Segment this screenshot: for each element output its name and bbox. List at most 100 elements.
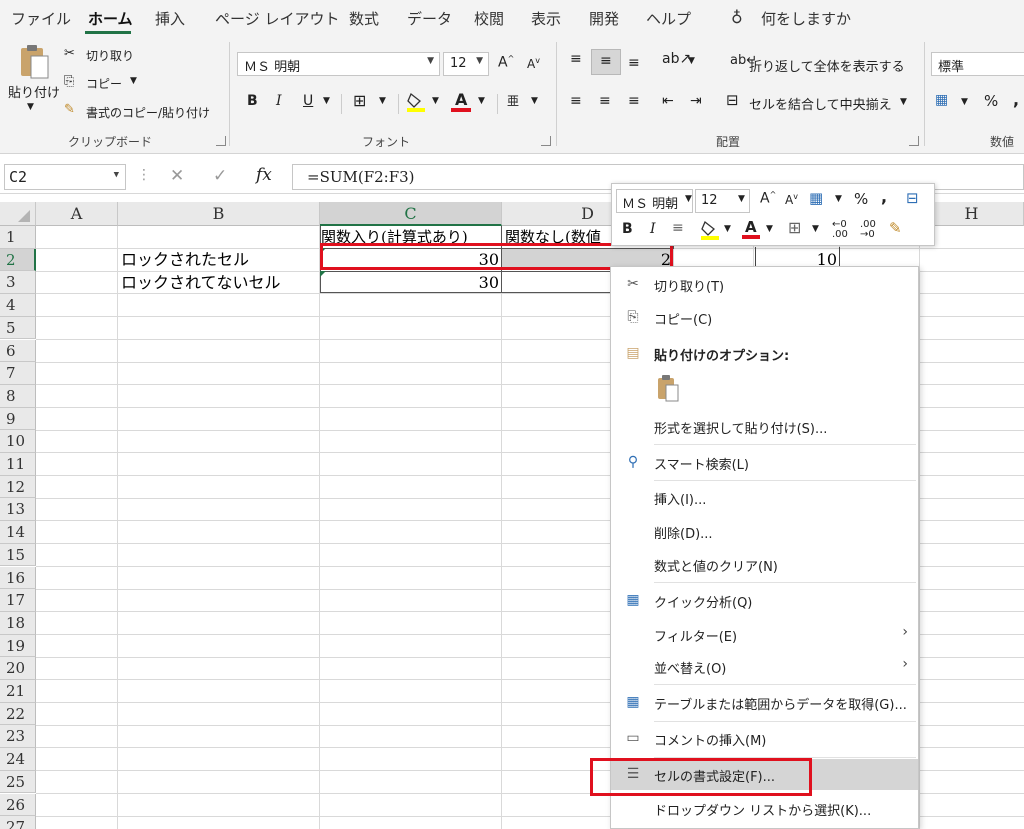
orientation-icon[interactable]: ab↗ [662,51,691,67]
menu-item-paste-special[interactable]: 形式を選択して貼り付け(S)... [611,411,918,442]
row-header-13[interactable]: 13 [0,498,36,522]
menu-item-sort[interactable]: 並べ替え(O) › [611,651,918,682]
paste-icon[interactable] [18,44,50,80]
italic-icon[interactable]: I [650,221,656,237]
tab-home[interactable]: ホーム [88,8,133,29]
tab-file[interactable]: ファイル [11,8,71,29]
bold-icon[interactable]: B [247,93,258,109]
menu-item-pick-from-dropdown[interactable]: ドロップダウン リストから選択(K)... [611,793,918,824]
cell-b2[interactable]: ロックされたセル [121,249,317,271]
row-header-11[interactable]: 11 [0,453,36,476]
tab-help[interactable]: ヘルプ [646,8,691,29]
font-name-combo[interactable]: ＭＳ 明朝 ▼ [237,52,440,76]
format-painter-icon[interactable]: ✎ [889,219,902,237]
fill-color-icon[interactable] [406,91,426,113]
font-size-combo[interactable]: 12 ▼ [443,52,489,76]
row-header-27[interactable]: 27 [0,816,36,829]
row-header-26[interactable]: 26 [0,793,36,817]
tab-review[interactable]: 校閲 [474,8,504,29]
accounting-format-icon[interactable]: ▦ [935,92,948,108]
increase-decimal-icon[interactable]: ←0.00 [832,220,848,240]
cancel-icon[interactable]: ✕ [170,166,184,186]
chevron-down-icon[interactable]: ▼ [724,224,731,234]
insert-function-icon[interactable]: fx [256,165,272,185]
percent-icon[interactable]: % [984,92,998,110]
menu-item-insert[interactable]: 挿入(I)... [611,482,918,513]
menu-item-quick-analysis[interactable]: ▦ クイック分析(Q) [611,585,918,616]
font-color-icon[interactable]: A [742,218,762,242]
menu-item-filter[interactable]: フィルター(E) › [611,619,918,650]
cell-c3[interactable]: 30 [321,272,499,294]
row-header-17[interactable]: 17 [0,589,36,612]
comma-style-icon[interactable]: , [1013,90,1019,109]
paste-dropdown-icon[interactable]: ▼ [27,102,34,112]
row-header-14[interactable]: 14 [0,521,36,544]
orientation-dropdown-icon[interactable]: ▼ [688,56,695,66]
wrap-text-button[interactable]: 折り返して全体を表示する [749,56,905,75]
tab-data[interactable]: データ [407,8,452,29]
row-header-8[interactable]: 8 [0,384,36,408]
enter-icon[interactable]: ✓ [213,166,227,186]
row-header-9[interactable]: 9 [0,407,36,431]
chevron-down-icon[interactable]: ▼ [835,194,842,204]
copy-button[interactable]: コピー [86,75,122,92]
font-launcher-icon[interactable] [541,136,551,146]
menu-item-smart-lookup[interactable]: ⚲ スマート検索(L) [611,447,918,478]
percent-icon[interactable]: % [854,190,868,208]
align-top-icon[interactable]: ≡ [570,51,582,67]
cell-b3[interactable]: ロックされてないセル [121,272,317,294]
tab-insert[interactable]: 挿入 [155,8,185,29]
align-left-icon[interactable]: ≡ [570,93,582,109]
row-header-25[interactable]: 25 [0,770,36,794]
row-header-16[interactable]: 16 [0,566,36,590]
increase-indent-icon[interactable]: ⇥ [690,93,702,109]
merge-dropdown-icon[interactable]: ▼ [900,97,907,107]
row-header-21[interactable]: 21 [0,680,36,703]
tab-formulas[interactable]: 数式 [349,8,379,29]
grow-font-icon[interactable]: A^ [498,54,514,71]
paste-button[interactable]: 貼り付け [8,82,60,101]
italic-icon[interactable]: I [276,93,282,109]
phonetic-dropdown-icon[interactable]: ▼ [531,96,538,106]
tab-developer[interactable]: 開発 [589,8,619,29]
font-color-dropdown-icon[interactable]: ▼ [478,96,485,106]
chevron-down-icon[interactable]: ▼ [812,224,819,234]
chevron-down-icon[interactable]: ▼ [738,194,745,204]
copy-dropdown-icon[interactable]: ▼ [130,76,137,86]
fill-color-icon[interactable] [700,219,720,241]
align-bottom-icon[interactable]: ≡ [628,55,640,71]
phonetic-icon[interactable]: 亜 [507,92,519,109]
underline-dropdown-icon[interactable]: ▼ [323,96,330,106]
row-header-22[interactable]: 22 [0,702,36,726]
underline-icon[interactable]: U [303,93,313,109]
row-header-7[interactable]: 7 [0,362,36,385]
row-header-5[interactable]: 5 [0,316,36,340]
align-center-icon[interactable]: ≡ [599,93,611,109]
menu-item-delete[interactable]: 削除(D)... [611,516,918,547]
column-header-a[interactable]: A [36,202,118,226]
row-header-24[interactable]: 24 [0,748,36,771]
row-header-18[interactable]: 18 [0,611,36,635]
merge-icon[interactable]: ⊟ [906,189,919,207]
accounting-dropdown-icon[interactable]: ▼ [961,97,968,107]
shrink-font-icon[interactable]: Av [785,192,798,207]
tab-page-layout[interactable]: ページ レイアウト [215,8,339,29]
column-header-c[interactable]: C [320,202,502,226]
name-box[interactable]: C2 ▼ [4,164,126,190]
merge-center-button[interactable]: セルを結合して中央揃え [749,94,892,113]
decrease-decimal-icon[interactable]: .00 →0 [860,220,876,240]
row-header-15[interactable]: 15 [0,543,36,567]
row-header-19[interactable]: 19 [0,634,36,658]
column-header-h[interactable]: H [920,202,1024,226]
menu-item-clear-contents[interactable]: 数式と値のクリア(N) [611,549,918,580]
menu-item-copy[interactable]: ⎘ コピー(C) [611,302,918,333]
mini-font-combo[interactable]: ＭＳ 明朝 [616,189,693,213]
borders-icon[interactable]: ⊞ [353,91,366,110]
chevron-down-icon[interactable]: ▼ [114,170,119,180]
row-header-4[interactable]: 4 [0,294,36,317]
row-header-20[interactable]: 20 [0,657,36,680]
grow-font-icon[interactable]: A^ [760,190,776,207]
chevron-down-icon[interactable]: ▼ [766,224,773,234]
chevron-down-icon[interactable]: ▼ [685,194,692,204]
tell-me-search[interactable]: 何をしますか [761,8,851,29]
